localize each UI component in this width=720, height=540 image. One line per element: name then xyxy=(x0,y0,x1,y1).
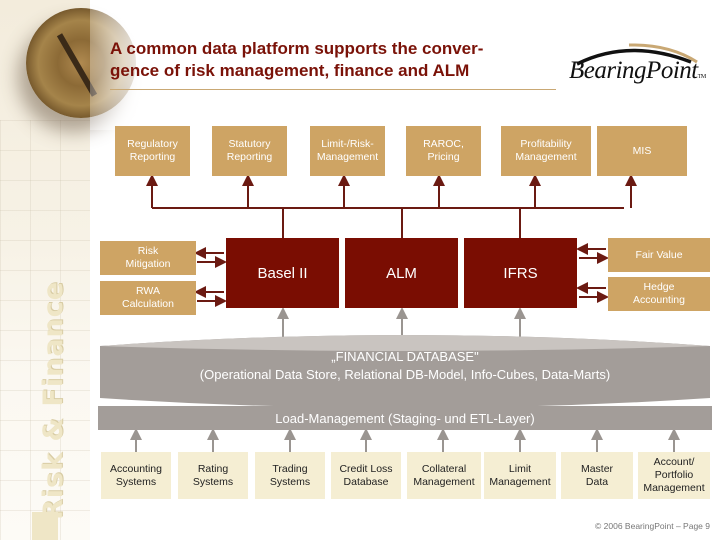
source-label: Systems xyxy=(192,475,234,488)
source-label: Limit xyxy=(508,462,532,475)
app-label: MIS xyxy=(632,144,652,157)
app-label: Limit-/Risk- xyxy=(321,138,374,150)
source-label: Data xyxy=(585,475,609,488)
app-box-raroc-pricing: RAROC, Pricing xyxy=(406,126,481,176)
slide-footer: © 2006 BearingPoint – Page 9 xyxy=(595,521,710,531)
app-label: Management xyxy=(515,151,577,163)
side-label: Calculation xyxy=(122,298,174,310)
source-label: Collateral xyxy=(421,462,467,475)
source-box-collateral-management: Collateral Management xyxy=(407,452,481,499)
side-label: Fair Value xyxy=(635,248,683,261)
app-box-limit-risk-management: Limit-/Risk- Management xyxy=(310,126,385,176)
side-label: Risk xyxy=(137,245,159,257)
app-box-profitability-management: Profitability Management xyxy=(501,126,591,176)
side-box-hedge-accounting: Hedge Accounting xyxy=(608,277,710,311)
side-box-rwa-calculation: RWA Calculation xyxy=(100,281,196,315)
source-label: Trading xyxy=(272,462,308,475)
app-label: Reporting xyxy=(226,151,273,163)
core-label: Basel II xyxy=(257,264,308,282)
side-label: Accounting xyxy=(633,294,685,306)
side-box-fair-value: Fair Value xyxy=(608,238,710,272)
app-label: Reporting xyxy=(129,151,176,163)
source-box-accounting-systems: Accounting Systems xyxy=(101,452,171,499)
load-management-label: Load-Management (Staging- und ETL-Layer) xyxy=(275,410,535,426)
core-label: IFRS xyxy=(503,264,538,282)
database-description: (Operational Data Store, Relational DB-M… xyxy=(199,367,611,382)
database-title: „FINANCIAL DATABASE" xyxy=(331,349,479,364)
source-label: Systems xyxy=(269,475,311,488)
app-label: Profitability xyxy=(520,138,572,150)
app-box-statutory-reporting: Statutory Reporting xyxy=(212,126,287,176)
app-label: Management xyxy=(316,151,379,163)
source-box-master-data: Master Data xyxy=(561,452,633,499)
core-label: ALM xyxy=(386,264,417,282)
source-label: Accounting xyxy=(110,462,162,475)
source-box-rating-systems: Rating Systems xyxy=(178,452,248,499)
source-label: Management xyxy=(643,482,705,494)
source-label: Portfolio xyxy=(654,469,694,481)
source-label: Database xyxy=(343,475,389,488)
financial-database-label: „FINANCIAL DATABASE" (Operational Data S… xyxy=(98,348,712,392)
core-box-basel-ii: Basel II xyxy=(226,238,339,308)
app-label: Regulatory xyxy=(127,138,178,150)
core-box-alm: ALM xyxy=(345,238,458,308)
app-box-regulatory-reporting: Regulatory Reporting xyxy=(115,126,190,176)
source-label: Rating xyxy=(197,462,229,475)
source-label: Account/ xyxy=(653,456,695,468)
app-label: Statutory xyxy=(228,138,271,150)
source-box-trading-systems: Trading Systems xyxy=(255,452,325,499)
app-label: Pricing xyxy=(427,151,460,163)
core-box-ifrs: IFRS xyxy=(464,238,577,308)
source-label: Management xyxy=(413,475,475,488)
source-label: Systems xyxy=(115,475,157,488)
source-label: Management xyxy=(489,475,551,488)
side-label: RWA xyxy=(136,285,160,297)
source-box-account-portfolio-management: Account/Portfolio Management xyxy=(638,452,710,499)
side-label: Hedge xyxy=(643,281,675,293)
app-box-mis: MIS xyxy=(597,126,687,176)
app-label: RAROC, xyxy=(423,138,464,150)
source-label: Master xyxy=(580,462,614,475)
side-label: Mitigation xyxy=(125,258,171,270)
source-box-limit-management: Limit Management xyxy=(484,452,556,499)
load-management-layer: Load-Management (Staging- und ETL-Layer) xyxy=(98,406,712,430)
side-box-risk-mitigation: Risk Mitigation xyxy=(100,241,196,275)
source-label: Credit Loss xyxy=(339,462,393,475)
source-box-credit-loss-database: Credit Loss Database xyxy=(331,452,401,499)
